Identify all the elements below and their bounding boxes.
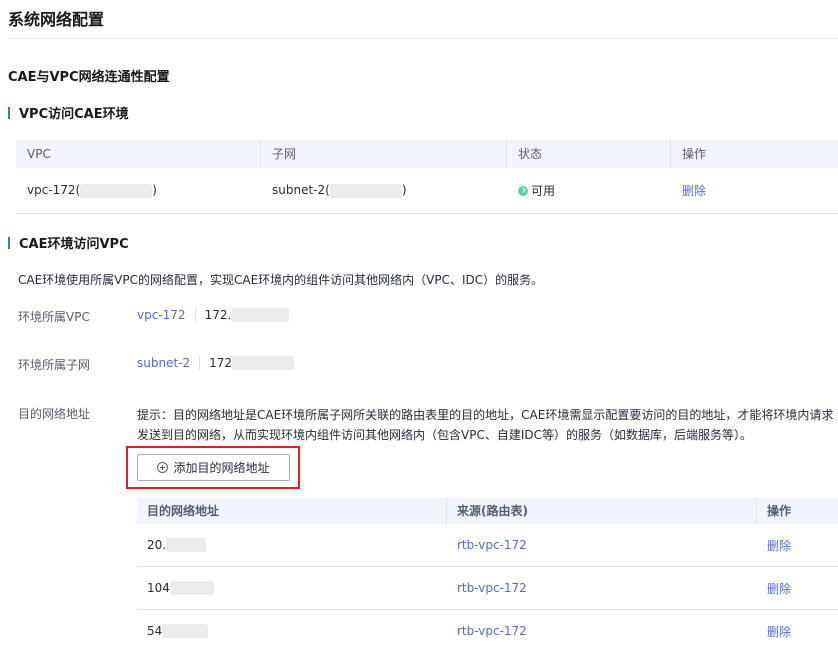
- dest-address-cell: 54: [137, 624, 447, 639]
- table-row: 20. rtb-vpc-172 删除: [137, 524, 838, 567]
- source-cell: rtb-vpc-172: [447, 538, 757, 552]
- title-divider: [8, 38, 838, 39]
- route-table-link[interactable]: rtb-vpc-172: [457, 581, 527, 595]
- masked-value: [166, 538, 207, 553]
- check-circle-icon: [518, 186, 528, 196]
- subnet-name: subnet-2(: [272, 183, 330, 198]
- section-title: CAE与VPC网络连通性配置: [8, 70, 170, 85]
- dest-table-header: 目的网络地址 来源(路由表) 操作: [137, 498, 838, 524]
- route-table-link[interactable]: rtb-vpc-172: [457, 624, 527, 638]
- vpc-table-header: VPC 子网 状态 操作: [16, 140, 838, 168]
- cae-access-heading: CAE环境访问VPC: [8, 233, 129, 252]
- env-vpc-value: vpc-172 172.: [137, 308, 290, 322]
- column-header-dest: 目的网络地址: [137, 498, 447, 524]
- dest-address: 104: [147, 580, 170, 595]
- vpc-cell: vpc-172(): [16, 183, 261, 198]
- masked-value: [329, 183, 402, 198]
- heading-accent-bar: [8, 236, 10, 249]
- delete-link[interactable]: 删除: [767, 539, 791, 553]
- env-vpc-label: 环境所属VPC: [18, 310, 90, 324]
- masked-value: [80, 183, 153, 198]
- dest-address: 20.: [147, 537, 167, 552]
- env-subnet-link[interactable]: subnet-2: [137, 356, 190, 370]
- value-separator: [194, 308, 196, 322]
- vpc-access-heading-text: VPC访问CAE环境: [19, 107, 129, 122]
- vpc-access-heading: VPC访问CAE环境: [8, 103, 129, 122]
- add-dest-address-button[interactable]: 添加目的网络地址: [137, 454, 290, 481]
- add-dest-address-label: 添加目的网络地址: [173, 461, 270, 475]
- column-header-action: 操作: [767, 504, 792, 518]
- delete-link[interactable]: 删除: [682, 184, 706, 198]
- dest-address-cell: 104: [137, 581, 447, 596]
- dest-address: 54: [147, 623, 163, 638]
- page-title: 系统网络配置: [8, 10, 105, 29]
- tip-line-1: 提示：目的网络地址是CAE环境所属子网所关联的路由表里的目的地址，CAE环境需显…: [137, 408, 834, 422]
- dest-address-tip: 提示：目的网络地址是CAE环境所属子网所关联的路由表里的目的地址，CAE环境需显…: [137, 405, 838, 445]
- cae-access-heading-text: CAE环境访问VPC: [19, 237, 129, 252]
- env-subnet-value: subnet-2 172: [137, 356, 295, 370]
- dest-address-label: 目的网络地址: [18, 407, 91, 421]
- action-cell: 删除: [757, 623, 791, 640]
- column-header-source: 来源(路由表): [447, 498, 757, 524]
- vpc-name-close: ): [152, 183, 157, 198]
- table-row: 54 rtb-vpc-172 删除: [137, 610, 838, 652]
- env-vpc-link[interactable]: vpc-172: [137, 308, 186, 322]
- cae-access-description: CAE环境使用所属VPC的网络配置，实现CAE环境内的组件访问其他网络内（VPC…: [18, 273, 544, 287]
- column-header-status: 状态: [507, 140, 671, 168]
- masked-value: [169, 581, 214, 596]
- source-cell: rtb-vpc-172: [447, 624, 757, 638]
- env-vpc-cidr: 172.: [204, 308, 232, 322]
- tip-line-2: 发送到目的网络，从而实现环境内组件访问其他网络内（包含VPC、自建IDC等）的服…: [137, 428, 752, 442]
- heading-accent-bar: [8, 106, 10, 119]
- masked-value: [232, 356, 295, 370]
- route-table-link[interactable]: rtb-vpc-172: [457, 538, 527, 552]
- table-row: 104 rtb-vpc-172 删除: [137, 567, 838, 610]
- masked-value: [162, 624, 209, 639]
- env-subnet-cidr: 172: [209, 356, 233, 370]
- vpc-access-table: VPC 子网 状态 操作 vpc-172() subnet-2() 可用 删除: [16, 140, 838, 214]
- env-subnet-label: 环境所属子网: [18, 358, 91, 372]
- delete-link[interactable]: 删除: [767, 625, 791, 639]
- action-cell: 删除: [757, 537, 791, 554]
- status-text: 可用: [531, 184, 556, 198]
- source-cell: rtb-vpc-172: [447, 581, 757, 595]
- table-row: vpc-172() subnet-2() 可用 删除: [16, 168, 838, 214]
- value-separator: [199, 356, 201, 370]
- subnet-cell: subnet-2(): [261, 183, 507, 198]
- action-cell: 删除: [671, 182, 706, 199]
- subnet-name-close: ): [401, 183, 407, 198]
- masked-value: [231, 308, 290, 322]
- delete-link[interactable]: 删除: [767, 582, 791, 596]
- plus-circle-icon: [157, 462, 169, 473]
- column-header-vpc: VPC: [16, 140, 261, 168]
- column-header-action: 操作: [682, 147, 707, 161]
- column-header-subnet: 子网: [261, 140, 507, 168]
- dest-address-cell: 20.: [137, 538, 447, 553]
- status-cell: 可用: [507, 182, 671, 199]
- vpc-name: vpc-172(: [27, 183, 81, 198]
- action-cell: 删除: [757, 580, 791, 597]
- dest-address-table: 目的网络地址 来源(路由表) 操作 20. rtb-vpc-172 删除 104…: [137, 498, 838, 652]
